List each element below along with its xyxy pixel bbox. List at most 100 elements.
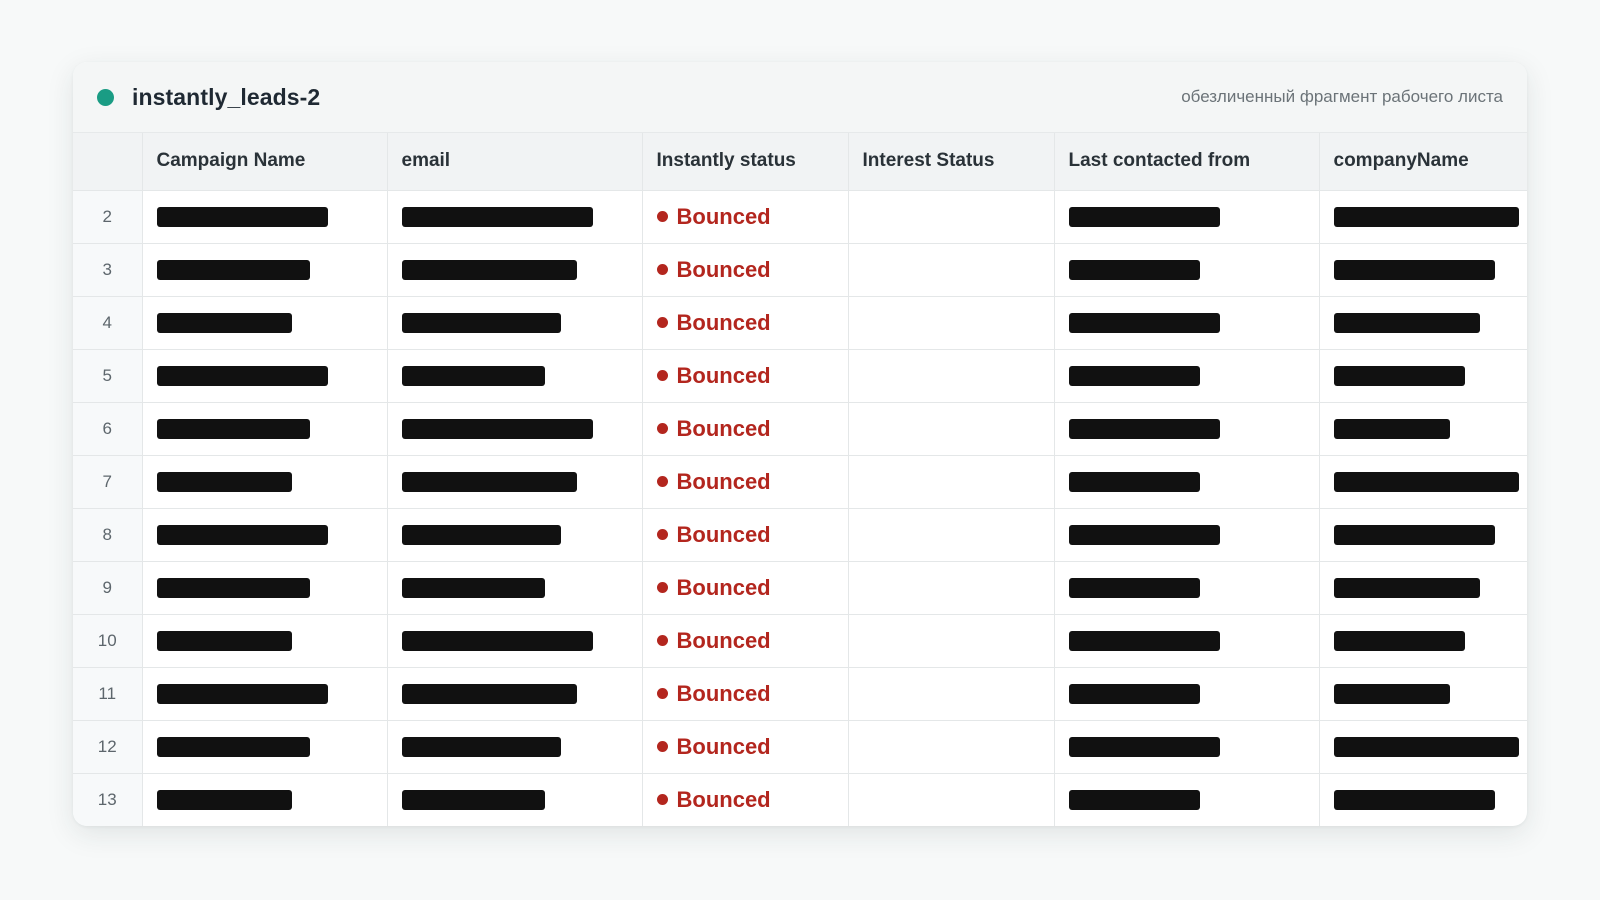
last-contacted-cell[interactable]	[1054, 773, 1320, 826]
email-cell[interactable]	[387, 614, 643, 668]
row-number[interactable]: 8	[73, 508, 143, 562]
table-row: 8 Bounced	[73, 508, 1527, 562]
last-contacted-cell[interactable]	[1054, 296, 1320, 350]
row-number-header[interactable]	[73, 133, 143, 191]
interest-status-cell[interactable]	[848, 402, 1055, 456]
email-cell[interactable]	[387, 402, 643, 456]
column-header-campaign-name[interactable]: Campaign Name	[142, 133, 388, 191]
email-cell[interactable]	[387, 190, 643, 244]
campaign-name-cell[interactable]	[142, 455, 388, 509]
instantly-status-cell[interactable]: Bounced	[642, 455, 849, 509]
campaign-name-cell[interactable]	[142, 296, 388, 350]
row-number[interactable]: 3	[73, 243, 143, 297]
email-cell[interactable]	[387, 296, 643, 350]
interest-status-cell[interactable]	[848, 561, 1055, 615]
row-number[interactable]: 5	[73, 349, 143, 403]
table-row: 11 Bounced	[73, 667, 1527, 721]
company-name-cell[interactable]	[1319, 614, 1527, 668]
sheet-header: instantly_leads-2 обезличенный фрагмент …	[73, 62, 1527, 133]
campaign-name-cell[interactable]	[142, 190, 388, 244]
interest-status-cell[interactable]	[848, 190, 1055, 244]
last-contacted-cell[interactable]	[1054, 190, 1320, 244]
status-label: Bounced	[676, 521, 771, 547]
redacted-block	[156, 312, 292, 333]
interest-status-cell[interactable]	[848, 614, 1055, 668]
row-number[interactable]: 4	[73, 296, 143, 350]
company-name-cell[interactable]	[1319, 190, 1527, 244]
row-number[interactable]: 7	[73, 455, 143, 509]
column-header-interest-status[interactable]: Interest Status	[848, 133, 1055, 191]
company-name-cell[interactable]	[1319, 402, 1527, 456]
row-number[interactable]: 9	[73, 561, 143, 615]
row-number[interactable]: 11	[73, 667, 143, 721]
last-contacted-cell[interactable]	[1054, 349, 1320, 403]
table-row: 12 Bounced	[73, 720, 1527, 774]
redacted-block	[1068, 312, 1220, 333]
campaign-name-cell[interactable]	[142, 667, 388, 721]
company-name-cell[interactable]	[1319, 455, 1527, 509]
email-cell[interactable]	[387, 243, 643, 297]
campaign-name-cell[interactable]	[142, 720, 388, 774]
column-header-email[interactable]: email	[387, 133, 643, 191]
instantly-status-cell[interactable]: Bounced	[642, 296, 849, 350]
company-name-cell[interactable]	[1319, 243, 1527, 297]
company-name-cell[interactable]	[1319, 667, 1527, 721]
interest-status-cell[interactable]	[848, 508, 1055, 562]
instantly-status-cell[interactable]: Bounced	[642, 773, 849, 826]
interest-status-cell[interactable]	[848, 667, 1055, 721]
last-contacted-cell[interactable]	[1054, 402, 1320, 456]
instantly-status-cell[interactable]: Bounced	[642, 190, 849, 244]
row-number[interactable]: 12	[73, 720, 143, 774]
column-header-last-contacted-from[interactable]: Last contacted from	[1054, 133, 1320, 191]
campaign-name-cell[interactable]	[142, 508, 388, 562]
last-contacted-cell[interactable]	[1054, 455, 1320, 509]
column-header-company-name[interactable]: companyName	[1319, 133, 1527, 191]
instantly-status-cell[interactable]: Bounced	[642, 349, 849, 403]
last-contacted-cell[interactable]	[1054, 614, 1320, 668]
interest-status-cell[interactable]	[848, 455, 1055, 509]
interest-status-cell[interactable]	[848, 349, 1055, 403]
email-cell[interactable]	[387, 508, 643, 562]
interest-status-cell[interactable]	[848, 243, 1055, 297]
company-name-cell[interactable]	[1319, 349, 1527, 403]
instantly-status-cell[interactable]: Bounced	[642, 667, 849, 721]
row-number[interactable]: 2	[73, 190, 143, 244]
instantly-status-cell[interactable]: Bounced	[642, 402, 849, 456]
last-contacted-cell[interactable]	[1054, 561, 1320, 615]
status-label: Bounced	[676, 468, 771, 494]
company-name-cell[interactable]	[1319, 720, 1527, 774]
row-number[interactable]: 6	[73, 402, 143, 456]
last-contacted-cell[interactable]	[1054, 243, 1320, 297]
column-header-instantly-status[interactable]: Instantly status	[642, 133, 849, 191]
instantly-status-cell[interactable]: Bounced	[642, 614, 849, 668]
instantly-status-cell[interactable]: Bounced	[642, 243, 849, 297]
interest-status-cell[interactable]	[848, 296, 1055, 350]
company-name-cell[interactable]	[1319, 508, 1527, 562]
company-name-cell[interactable]	[1319, 296, 1527, 350]
redacted-block	[1068, 683, 1200, 704]
company-name-cell[interactable]	[1319, 773, 1527, 826]
instantly-status-cell[interactable]: Bounced	[642, 720, 849, 774]
last-contacted-cell[interactable]	[1054, 667, 1320, 721]
email-cell[interactable]	[387, 773, 643, 826]
interest-status-cell[interactable]	[848, 720, 1055, 774]
instantly-status-cell[interactable]: Bounced	[642, 561, 849, 615]
row-number[interactable]: 10	[73, 614, 143, 668]
campaign-name-cell[interactable]	[142, 402, 388, 456]
campaign-name-cell[interactable]	[142, 349, 388, 403]
interest-status-cell[interactable]	[848, 773, 1055, 826]
email-cell[interactable]	[387, 720, 643, 774]
instantly-status-cell[interactable]: Bounced	[642, 508, 849, 562]
campaign-name-cell[interactable]	[142, 243, 388, 297]
email-cell[interactable]	[387, 561, 643, 615]
email-cell[interactable]	[387, 455, 643, 509]
campaign-name-cell[interactable]	[142, 561, 388, 615]
last-contacted-cell[interactable]	[1054, 508, 1320, 562]
row-number[interactable]: 13	[73, 773, 143, 826]
email-cell[interactable]	[387, 349, 643, 403]
company-name-cell[interactable]	[1319, 561, 1527, 615]
campaign-name-cell[interactable]	[142, 614, 388, 668]
campaign-name-cell[interactable]	[142, 773, 388, 826]
last-contacted-cell[interactable]	[1054, 720, 1320, 774]
email-cell[interactable]	[387, 667, 643, 721]
